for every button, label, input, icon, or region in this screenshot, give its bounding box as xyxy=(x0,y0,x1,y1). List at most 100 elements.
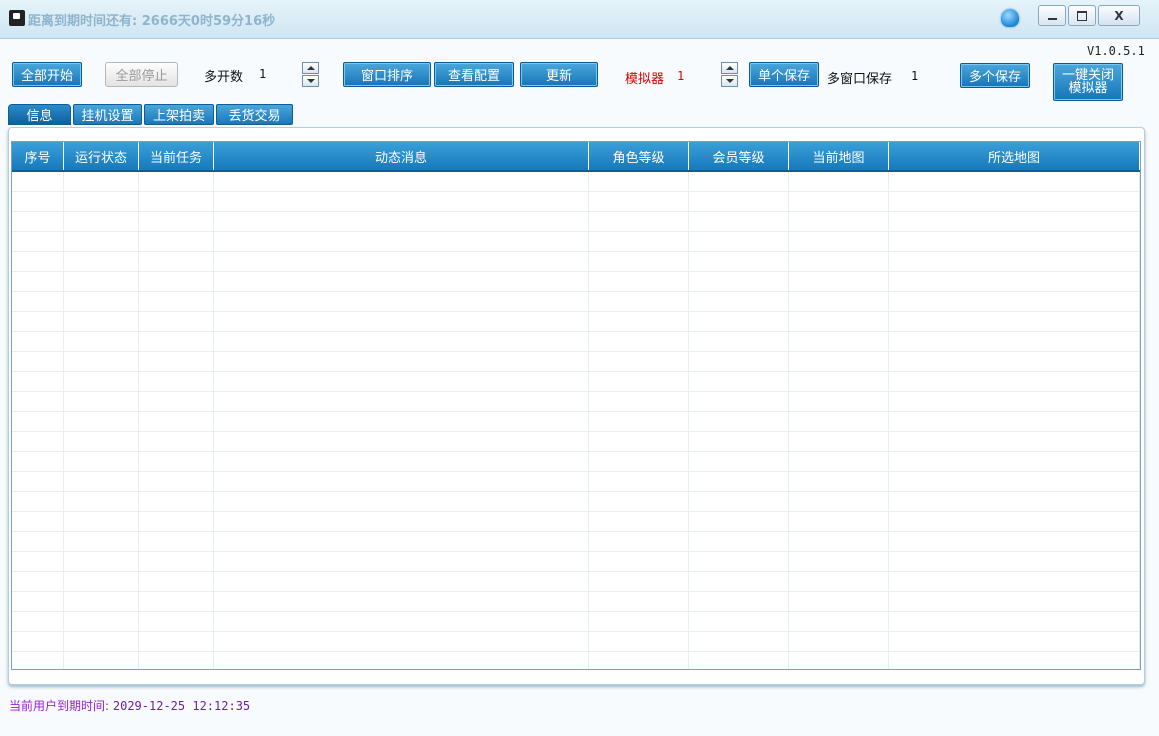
tab-goods-trade[interactable]: 丢货交易 xyxy=(216,104,293,125)
table-cell xyxy=(214,512,589,531)
empty-table-row xyxy=(12,492,1140,512)
table-cell xyxy=(689,252,789,271)
table-cell xyxy=(689,592,789,611)
table-cell xyxy=(12,612,64,631)
tab-auction-listing[interactable]: 上架拍卖 xyxy=(144,104,214,125)
table-cell xyxy=(789,392,889,411)
stop-all-button[interactable]: 全部停止 xyxy=(105,62,178,87)
column-header[interactable]: 当前任务 xyxy=(139,142,214,170)
empty-table-row xyxy=(12,532,1140,552)
minimize-button[interactable] xyxy=(1038,5,1066,26)
table-cell xyxy=(12,332,64,351)
chevron-down-icon xyxy=(725,79,734,83)
table-cell xyxy=(139,372,214,391)
table-cell xyxy=(889,432,1140,451)
column-header[interactable]: 会员等级 xyxy=(689,142,789,170)
column-header[interactable]: 当前地图 xyxy=(789,142,889,170)
multi-open-value[interactable]: 1 xyxy=(259,67,266,81)
column-header[interactable]: 角色等级 xyxy=(589,142,689,170)
multi-open-stepper[interactable] xyxy=(302,62,319,87)
table-cell xyxy=(139,412,214,431)
tab-afk-settings[interactable]: 挂机设置 xyxy=(73,104,142,125)
skin-icon[interactable] xyxy=(1001,9,1019,27)
table-cell xyxy=(589,612,689,631)
table-cell xyxy=(689,232,789,251)
table-cell xyxy=(889,332,1140,351)
table-cell xyxy=(12,292,64,311)
table-cell xyxy=(64,492,139,511)
view-config-button[interactable]: 查看配置 xyxy=(434,62,514,87)
table-cell xyxy=(12,532,64,551)
chevron-down-icon xyxy=(306,79,315,83)
maximize-button[interactable] xyxy=(1068,5,1096,26)
close-emulator-label-line2: 模拟器 xyxy=(1068,81,1108,96)
table-cell xyxy=(214,592,589,611)
multi-window-save-value[interactable]: 1 xyxy=(911,69,918,83)
table-cell xyxy=(889,372,1140,391)
table-cell xyxy=(589,372,689,391)
table-body[interactable] xyxy=(12,172,1140,669)
single-save-button[interactable]: 单个保存 xyxy=(749,62,819,87)
empty-table-row xyxy=(12,252,1140,272)
table-cell xyxy=(64,412,139,431)
table-cell xyxy=(589,292,689,311)
table-cell xyxy=(789,432,889,451)
table-cell xyxy=(689,412,789,431)
table-cell xyxy=(12,232,64,251)
table-cell xyxy=(139,472,214,491)
close-emulator-button[interactable]: 一键关闭 模拟器 xyxy=(1053,63,1123,101)
table-cell xyxy=(139,652,214,669)
column-header[interactable]: 序号 xyxy=(12,142,64,170)
stepper-up-button[interactable] xyxy=(721,62,738,74)
table-cell xyxy=(214,572,589,591)
table-cell xyxy=(64,652,139,669)
table-cell xyxy=(689,532,789,551)
table-cell xyxy=(12,452,64,471)
table-cell xyxy=(789,652,889,669)
stepper-down-button[interactable] xyxy=(721,75,738,87)
column-header[interactable]: 所选地图 xyxy=(889,142,1140,170)
minimize-icon xyxy=(1047,17,1057,20)
column-header[interactable]: 动态消息 xyxy=(214,142,589,170)
empty-table-row xyxy=(12,172,1140,192)
emulator-value[interactable]: 1 xyxy=(677,69,684,83)
table-cell xyxy=(214,652,589,669)
tab-info[interactable]: 信息 xyxy=(8,104,71,125)
emulator-stepper[interactable] xyxy=(721,62,738,87)
table-cell xyxy=(789,412,889,431)
multi-save-button[interactable]: 多个保存 xyxy=(960,63,1030,88)
table-cell xyxy=(789,512,889,531)
table-cell xyxy=(889,272,1140,291)
stepper-down-button[interactable] xyxy=(302,75,319,87)
empty-table-row xyxy=(12,432,1140,452)
update-button[interactable]: 更新 xyxy=(520,62,598,87)
task-table[interactable]: 序号 运行状态 当前任务 动态消息 角色等级 会员等级 当前地图 所选地图 xyxy=(11,141,1141,670)
table-cell xyxy=(214,332,589,351)
table-cell xyxy=(889,632,1140,651)
table-cell xyxy=(589,192,689,211)
table-cell xyxy=(889,212,1140,231)
table-cell xyxy=(589,272,689,291)
table-cell xyxy=(589,552,689,571)
close-button[interactable]: X xyxy=(1098,5,1140,26)
empty-table-row xyxy=(12,572,1140,592)
table-cell xyxy=(889,392,1140,411)
table-cell xyxy=(12,312,64,331)
table-cell xyxy=(12,652,64,669)
table-cell xyxy=(214,352,589,371)
table-cell xyxy=(139,192,214,211)
table-cell xyxy=(214,472,589,491)
empty-table-row xyxy=(12,212,1140,232)
table-cell xyxy=(12,572,64,591)
table-cell xyxy=(214,392,589,411)
column-header[interactable]: 运行状态 xyxy=(64,142,139,170)
table-cell xyxy=(12,212,64,231)
stepper-up-button[interactable] xyxy=(302,62,319,74)
arrange-windows-button[interactable]: 窗口排序 xyxy=(343,62,431,87)
start-all-button[interactable]: 全部开始 xyxy=(12,62,82,87)
table-cell xyxy=(139,512,214,531)
table-cell xyxy=(64,332,139,351)
empty-table-row xyxy=(12,372,1140,392)
empty-table-row xyxy=(12,272,1140,292)
table-cell xyxy=(64,392,139,411)
